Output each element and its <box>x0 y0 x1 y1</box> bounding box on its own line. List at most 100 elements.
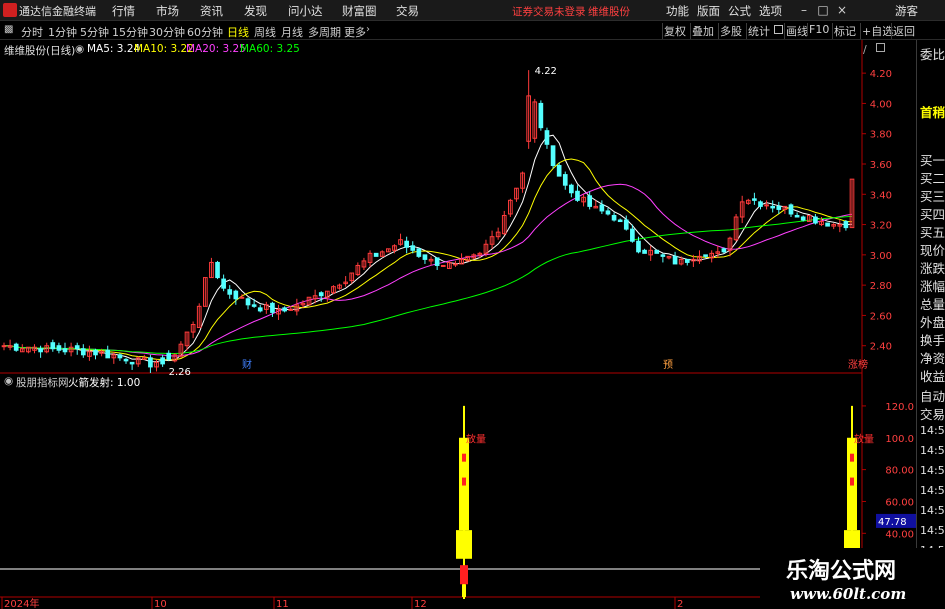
close-icon[interactable]: × <box>834 3 850 17</box>
btn-back[interactable]: 返回 <box>891 23 916 39</box>
candles <box>1 70 855 373</box>
price-tick-label: 3.40 <box>870 190 892 201</box>
candle-body <box>282 307 287 312</box>
candle-body <box>605 210 611 215</box>
toolbar-settings-icon[interactable]: ▩ <box>4 24 13 35</box>
login-warning[interactable]: 证券交易未登录 <box>512 4 586 19</box>
rocket-mark-upper <box>850 453 854 462</box>
candle-body <box>416 248 422 257</box>
period-monthly[interactable]: 月线 <box>281 24 303 40</box>
candle-body <box>245 298 251 306</box>
menu-layout[interactable]: 版面 <box>697 3 720 19</box>
candle-body <box>56 345 62 351</box>
more-chevron-icon[interactable]: › <box>366 24 370 35</box>
price-tick-label: 3.00 <box>870 251 892 262</box>
rocket-tail <box>462 584 466 597</box>
btn-mark[interactable]: 标记 <box>832 23 857 39</box>
side-panel-item: 现价 <box>920 243 945 258</box>
indicator-value: 火箭发射: 1.00 <box>68 377 141 389</box>
menu-bar: 通达信金融终端 行情 市场 资讯 发现 问小达 财富圈 交易 证券交易未登录 维… <box>0 0 945 21</box>
price-tick-label: 4.20 <box>870 69 892 80</box>
candle-body <box>80 348 86 356</box>
side-panel-item: 委比 <box>920 47 945 62</box>
menu-options[interactable]: 选项 <box>759 3 782 19</box>
candle-body <box>251 304 257 307</box>
btn-f10[interactable]: F10 <box>807 23 830 36</box>
btn-adjust[interactable]: 复权 <box>662 23 687 39</box>
btn-draw[interactable]: 画线 <box>784 23 809 39</box>
candle-body <box>74 345 80 350</box>
candle-body <box>440 264 446 267</box>
rocket-signal-label: 放量 <box>466 433 486 446</box>
candle-body <box>123 358 129 362</box>
side-panel-item: 14:56 <box>920 424 945 437</box>
candle-body <box>62 348 68 353</box>
menu-formula[interactable]: 公式 <box>728 3 751 19</box>
event-marker: 涨榜 <box>848 358 868 371</box>
side-panel-item: 14:56 <box>920 444 945 457</box>
period-timeshare[interactable]: 分时 <box>21 24 43 40</box>
candle-body <box>117 354 123 359</box>
candle-body <box>623 219 629 230</box>
watermark-url: www.60lt.com <box>790 585 907 603</box>
candle-body <box>636 240 641 253</box>
period-weekly[interactable]: 周线 <box>254 24 276 40</box>
period-more[interactable]: 更多 <box>344 24 366 40</box>
ma20-line <box>3 183 853 357</box>
user-guest[interactable]: 游客 <box>895 3 918 19</box>
menu-assistant[interactable]: 问小达 <box>288 3 323 19</box>
menu-discover[interactable]: 发现 <box>244 3 267 19</box>
price-tick-label: 3.60 <box>870 160 892 171</box>
quote-side-panel: 委比首稍买一买二买三买四买五现价涨跌涨幅总量外盘换手净资收益自动交易 14:56 1… <box>916 40 945 609</box>
menu-exchange[interactable]: 市场 <box>156 3 179 19</box>
period-1min[interactable]: 1分钟 <box>48 24 77 40</box>
ma10-line <box>3 158 853 361</box>
candle-body <box>721 248 727 253</box>
side-panel-item: 涨跌 <box>920 261 945 276</box>
kline-chart[interactable]: 4.20 4.00 3.80 3.60 3.40 3.20 3.00 2.80 2.60 2.40… <box>0 40 916 609</box>
menu-news[interactable]: 资讯 <box>200 3 223 19</box>
period-multi[interactable]: 多周期 <box>308 24 341 40</box>
candle-body <box>422 254 428 260</box>
period-30min[interactable]: 30分钟 <box>149 24 185 40</box>
menu-function[interactable]: 功能 <box>666 3 689 19</box>
period-daily[interactable]: 日线 <box>227 24 249 40</box>
minimize-icon[interactable]: – <box>796 3 812 17</box>
watermark-title: 乐淘公式网 <box>786 559 897 584</box>
side-panel-item: 14:56 <box>920 504 945 517</box>
btn-stats[interactable]: 统计 <box>746 23 771 39</box>
side-panel-item: 首稍 <box>920 105 945 120</box>
restore-icon[interactable]: □ <box>815 3 831 17</box>
indicator-toggle-icon[interactable]: ◉ <box>4 375 13 387</box>
candle-body <box>129 361 135 365</box>
ma60-line <box>3 215 853 354</box>
period-15min[interactable]: 15分钟 <box>112 24 148 40</box>
menu-wealth[interactable]: 财富圈 <box>342 3 377 19</box>
candle-body <box>166 352 172 360</box>
candle-body <box>776 205 782 210</box>
candle-body <box>684 258 690 263</box>
event-marker: 预 <box>663 359 673 371</box>
period-5min[interactable]: 5分钟 <box>80 24 109 40</box>
candle-body <box>703 254 708 257</box>
candle-body <box>752 198 757 201</box>
candle-body <box>538 102 544 129</box>
toolbar-grid-icon[interactable] <box>774 25 783 34</box>
menu-trade[interactable]: 交易 <box>396 3 419 19</box>
rocket-flame <box>460 565 468 585</box>
side-panel-item: 14:56 <box>920 524 945 537</box>
btn-overlay[interactable]: 叠加 <box>690 23 715 39</box>
indicator-tick-label: 120.0 <box>885 402 914 413</box>
watermark: 乐淘公式网 www.60lt.com <box>760 548 945 609</box>
candle-body <box>221 278 226 289</box>
btn-add-watch[interactable]: +自选 <box>860 23 894 39</box>
menu-market[interactable]: 行情 <box>112 3 135 19</box>
candle-body <box>758 201 763 207</box>
candle-body <box>672 255 678 265</box>
time-tick-label: 11 <box>276 599 289 609</box>
candle-body <box>825 222 830 227</box>
period-60min[interactable]: 60分钟 <box>187 24 223 40</box>
btn-multistock[interactable]: 多股 <box>718 23 743 39</box>
side-panel-item: 14:56 <box>920 484 945 497</box>
candle-body <box>1 345 7 348</box>
